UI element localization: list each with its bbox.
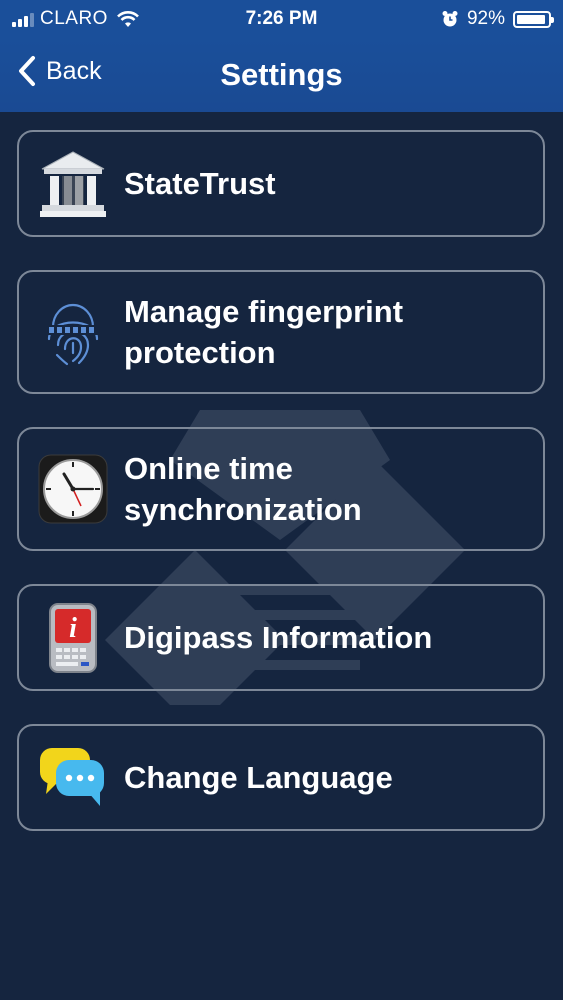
info-device-icon: i: [37, 602, 109, 674]
manage-fingerprint-label: Manage fingerprint protection: [124, 294, 404, 370]
statetrust-item[interactable]: StateTrust: [17, 130, 545, 237]
status-right: 92%: [441, 8, 554, 30]
chat-bubbles-icon: [37, 742, 109, 814]
nav-bar: Back Settings: [0, 38, 563, 112]
digipass-information-label: Digipass Information: [124, 620, 433, 655]
battery-fill: [517, 14, 545, 24]
page-title: Settings: [220, 57, 343, 92]
status-bar: CLARO 7:26 PM 92%: [0, 0, 563, 38]
online-time-sync-item[interactable]: Online time synchronization: [17, 427, 545, 551]
change-language-item[interactable]: Change Language: [17, 724, 545, 831]
battery-icon: [513, 10, 554, 28]
battery-percent: 92%: [466, 8, 505, 29]
alarm-icon: [442, 11, 458, 27]
svg-text:i: i: [69, 613, 77, 644]
manage-fingerprint-item[interactable]: Manage fingerprint protection: [17, 270, 545, 394]
statetrust-label: StateTrust: [124, 166, 276, 201]
clock-icon: [37, 453, 109, 525]
digipass-information-item[interactable]: i Digipass Information: [17, 584, 545, 691]
change-language-label: Change Language: [124, 760, 393, 795]
bank-icon: [37, 148, 109, 220]
online-time-sync-label: Online time synchronization: [124, 451, 362, 527]
fingerprint-icon: [37, 296, 109, 368]
